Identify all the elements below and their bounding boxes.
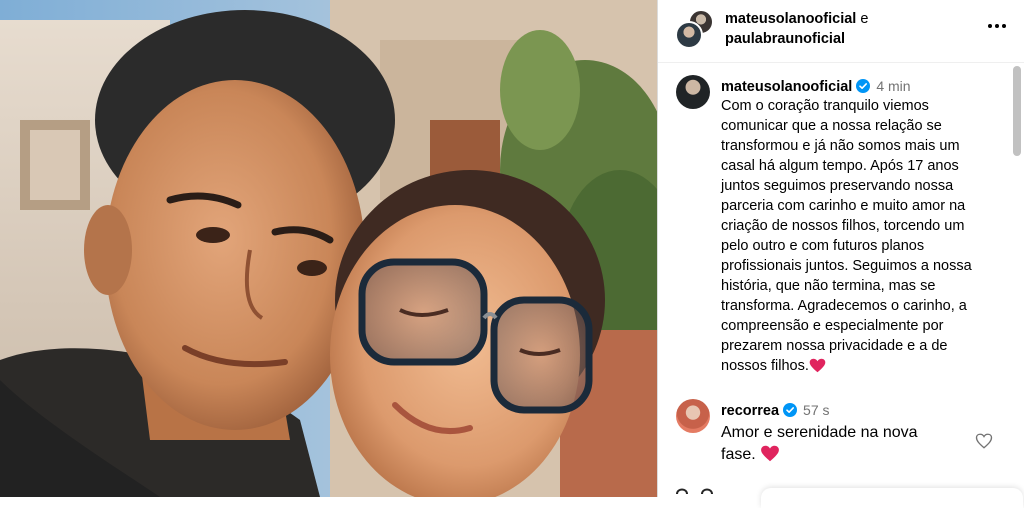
ellipsis-horizontal-icon[interactable] [986, 15, 1008, 37]
caption-line: nossos filhos. [721, 358, 809, 374]
caption-line: história, que não termina, mas se [721, 278, 936, 294]
conjunction-text: e [860, 11, 869, 27]
avatar[interactable] [676, 75, 710, 109]
caption-text: Com o coração tranquilo viemos comunicar… [721, 96, 1001, 376]
comment-text: Amor e serenidade na nova fase. [721, 422, 956, 466]
caption-line: parceria com carinho e muito amor na [721, 198, 966, 214]
post-header: mateusolanooficial e paulabraunoficial [658, 0, 1024, 63]
post-photo[interactable] [0, 0, 657, 497]
caption-line: transformou e já não somos mais um [721, 138, 960, 154]
couple-selfie-image [0, 0, 657, 497]
red-heart-emoji-icon [809, 358, 826, 373]
author-username-link[interactable]: mateusolanooficial [725, 11, 856, 27]
verified-badge-icon [783, 403, 798, 417]
collab-authors: mateusolanooficial e paulabraunoficial [725, 9, 955, 49]
scrollbar-thumb[interactable] [1013, 66, 1021, 156]
red-heart-emoji-icon [761, 445, 780, 462]
comment-header: recorrea 57 s [721, 401, 830, 420]
caption-line: juntos seguimos preservando nossa [721, 178, 954, 194]
caption-line: profissionais juntos. Seguimos a nossa [721, 258, 972, 274]
bottom-popup-edge [761, 488, 1023, 508]
verified-badge-icon [856, 79, 871, 93]
caption-line: Com o coração tranquilo viemos [721, 98, 929, 114]
caption-line: comunicar que a nossa relação se [721, 118, 942, 134]
collab-avatars[interactable] [675, 9, 715, 49]
comment-line: fase. [721, 446, 756, 463]
avatar [675, 21, 703, 49]
comment-username-link[interactable]: recorrea [721, 403, 779, 419]
caption-line: transforma. Agradecemos o carinho, a [721, 298, 967, 314]
coauthor-username-link[interactable]: paulabraunoficial [725, 31, 845, 47]
post-side-panel: mateusolanooficial e paulabraunoficial m… [657, 0, 1024, 508]
comment-line: Amor e serenidade na nova [721, 424, 918, 441]
heart-outline-icon[interactable] [975, 432, 993, 450]
caption-timestamp: 4 min [876, 78, 911, 94]
caption-header: mateusolanooficial 4 min [721, 77, 911, 96]
caption-line: pelo outro e com futuros planos [721, 238, 925, 254]
caption-line: compreensão e especialmente por [721, 318, 944, 334]
caption-line: prezarem nossa privacidade e a de [721, 338, 948, 354]
caption-username-link[interactable]: mateusolanooficial [721, 79, 852, 95]
comments-scroll-area[interactable]: mateusolanooficial 4 min Com o coração tr… [658, 63, 1024, 497]
avatar[interactable] [676, 399, 710, 433]
comment-timestamp: 57 s [803, 402, 830, 418]
caption-line: casal há algum tempo. Após 17 anos [721, 158, 959, 174]
action-icons-cut-off [676, 488, 713, 495]
caption-line: criação de nossos filhos, torcendo um [721, 218, 965, 234]
